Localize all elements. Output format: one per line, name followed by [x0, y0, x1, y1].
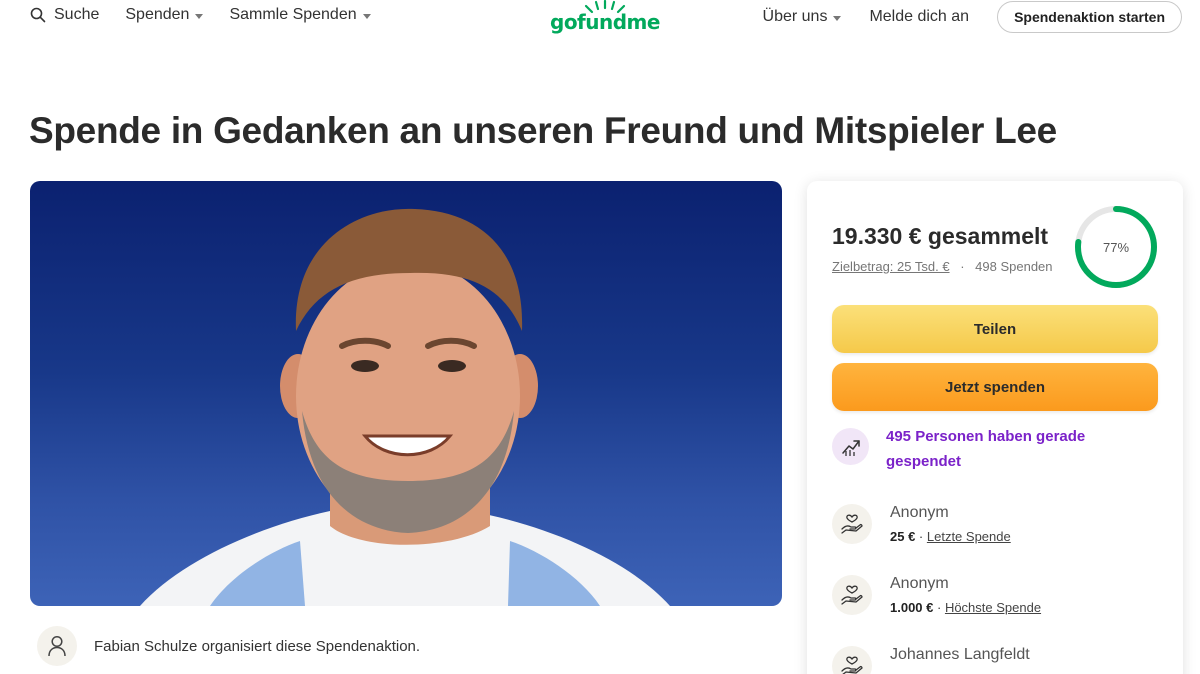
donor-amount: 25 € [890, 529, 916, 544]
campaign-hero-image[interactable] [30, 181, 782, 606]
share-button[interactable]: Teilen [832, 305, 1158, 353]
trending-up-icon [832, 428, 869, 465]
nav-left: Suche Spenden Sammle Spenden [30, 6, 397, 24]
start-fundraiser-button[interactable]: Spendenaktion starten [997, 1, 1182, 33]
donor-detail: 25 € · Letzte Spende [890, 529, 1011, 544]
gofundme-logo[interactable]: gofundme [550, 0, 662, 36]
about-menu-label: Über uns [762, 8, 828, 25]
chevron-down-icon [195, 13, 204, 19]
top-navigation: Suche Spenden Sammle Spenden gofundme Üb… [0, 0, 1200, 36]
portrait-illustration [140, 208, 670, 606]
donate-now-button[interactable]: Jetzt spenden [832, 363, 1158, 411]
search-icon [30, 7, 46, 23]
logo-text: gofundme [550, 10, 660, 34]
donor-tag-link[interactable]: Höchste Spende [945, 600, 1041, 615]
goal-link[interactable]: Zielbetrag: 25 Tsd. € [832, 259, 950, 274]
amount-raised: 19.330 € gesammelt [832, 223, 1049, 249]
donor-amount: 1.000 € [890, 600, 934, 615]
donor-item: Johannes Langfeldt [832, 645, 1030, 674]
login-label: Melde dich an [869, 8, 970, 25]
hand-heart-icon [832, 504, 872, 544]
donor-name: Anonym [890, 504, 949, 521]
user-icon [48, 635, 66, 657]
search-link[interactable]: Suche [30, 6, 99, 24]
donate-menu-label: Spenden [125, 6, 190, 23]
donation-card: 19.330 € gesammelt Zielbetrag: 25 Tsd. €… [807, 181, 1183, 674]
recent-activity[interactable]: 495 Personen haben gerade gespendet [832, 428, 1126, 474]
page-title: Spende in Gedanken an unseren Freund und… [29, 110, 1057, 151]
progress-percent: 77% [1102, 239, 1130, 255]
hand-heart-icon [832, 646, 872, 674]
search-label: Suche [54, 6, 100, 23]
hand-heart-icon [832, 575, 872, 615]
meta-separator: · [960, 259, 965, 274]
collect-menu[interactable]: Sammle Spenden [229, 6, 371, 24]
donor-separator: · [933, 600, 945, 615]
chevron-down-icon [362, 13, 371, 19]
donor-detail: 1.000 € · Höchste Spende [890, 600, 1041, 615]
chevron-down-icon [833, 15, 842, 21]
donor-info: Johannes Langfeldt [890, 645, 1030, 665]
donor-tag-link[interactable]: Letzte Spende [927, 529, 1011, 544]
campaign-meta: Zielbetrag: 25 Tsd. € · 498 Spenden [832, 259, 1053, 274]
donor-item: Anonym 1.000 € · Höchste Spende [832, 574, 1041, 615]
organizer-text: Fabian Schulze organisiert diese Spenden… [94, 637, 421, 655]
donor-info: Anonym 1.000 € · Höchste Spende [890, 574, 1041, 615]
avatar[interactable] [37, 626, 77, 666]
donor-info: Anonym 25 € · Letzte Spende [890, 503, 1011, 544]
login-link[interactable]: Melde dich an [869, 8, 969, 26]
donor-separator: · [915, 529, 927, 544]
donations-count: 498 Spenden [975, 259, 1053, 274]
organizer-info: Fabian Schulze organisiert diese Spenden… [37, 626, 420, 666]
collect-menu-label: Sammle Spenden [229, 6, 357, 23]
donor-name: Johannes Langfeldt [890, 646, 1030, 663]
donate-menu[interactable]: Spenden [125, 6, 204, 24]
donor-name: Anonym [890, 575, 949, 592]
nav-right: Über uns Melde dich an Spendenaktion sta… [763, 0, 1182, 34]
about-menu[interactable]: Über uns [763, 8, 842, 26]
donor-item: Anonym 25 € · Letzte Spende [832, 503, 1011, 544]
recent-activity-text: 495 Personen haben gerade gespendet [886, 428, 1086, 470]
